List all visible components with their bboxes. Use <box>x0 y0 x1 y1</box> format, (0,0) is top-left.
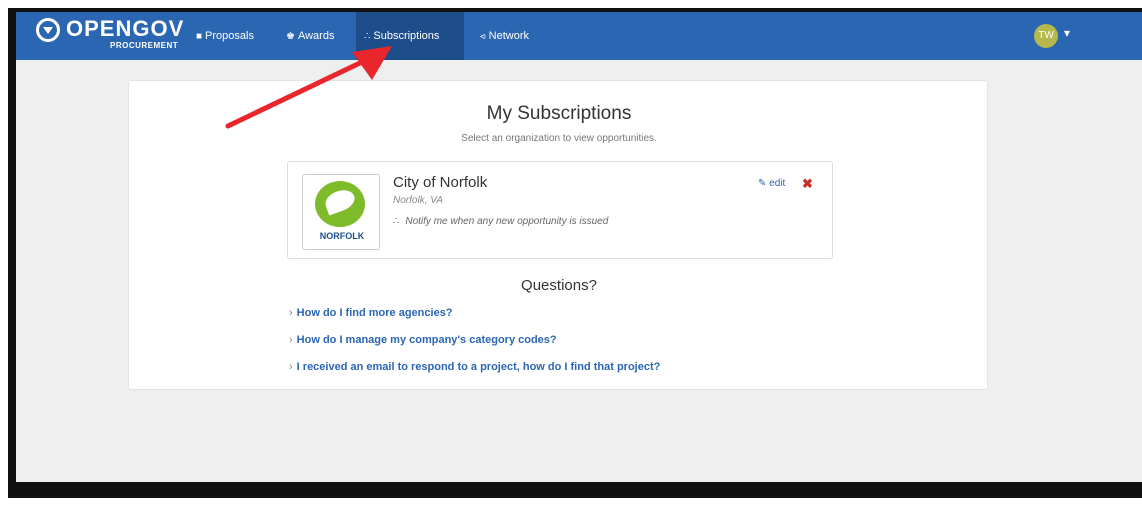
rss-icon: ∴ <box>393 216 400 227</box>
chevron-down-icon[interactable]: ▾ <box>1064 26 1070 40</box>
nav-item-label: Network <box>488 30 529 42</box>
brand-name: OPENGOV <box>66 16 185 41</box>
org-logo[interactable]: NORFOLK <box>302 174 380 250</box>
nav-item-subscriptions[interactable]: ∴ Subscriptions <box>356 12 464 60</box>
document-icon: ■ <box>196 31 203 42</box>
edit-label: edit <box>769 178 786 189</box>
nav-item-label: Proposals <box>205 30 254 42</box>
nav-item-network[interactable]: ⪦ Network <box>472 12 537 60</box>
page-title: My Subscriptions <box>486 103 632 124</box>
opengov-logo[interactable]: OPENGOV PROCUREMENT <box>36 16 186 56</box>
pencil-icon: ✎ <box>758 178 767 189</box>
notify-text: Notify me when any new opportunity is is… <box>405 216 609 227</box>
faq-link[interactable]: › How do I find more agencies? <box>289 307 453 319</box>
app-window: OPENGOV PROCUREMENT ■ Proposals ♚ Awards ∴… <box>16 12 1142 482</box>
share-icon: ⪦ <box>480 31 486 42</box>
notify-setting: ∴ Notify me when any new opportunity is i… <box>393 216 608 227</box>
avatar[interactable]: TW <box>1034 24 1058 48</box>
top-strip <box>0 0 1142 8</box>
chevron-right-icon: › <box>289 334 293 346</box>
faq-link-text: How do I manage my company's category co… <box>296 334 557 346</box>
faq-link[interactable]: › I received an email to respond to a pro… <box>289 361 660 373</box>
questions-title: Questions? <box>521 277 597 294</box>
nav-item-proposals[interactable]: ■ Proposals <box>188 12 262 60</box>
chevron-right-icon: › <box>289 361 293 373</box>
faq-link-text: How do I find more agencies? <box>296 307 453 319</box>
page-subtitle: Select an organization to view opportuni… <box>461 133 657 144</box>
faq-link-text: I received an email to respond to a proj… <box>296 361 661 373</box>
org-location: Norfolk, VA <box>393 195 444 206</box>
trophy-icon: ♚ <box>286 31 295 42</box>
close-icon[interactable]: ✖ <box>802 176 813 192</box>
nav-item-label: Subscriptions <box>373 30 440 42</box>
subscription-item[interactable]: NORFOLK City of Norfolk Norfolk, VA ∴ Not… <box>287 161 833 259</box>
nav-item-label: Awards <box>297 30 335 42</box>
org-logo-text: NORFOLK <box>319 231 365 241</box>
opengov-logo-icon <box>36 18 60 42</box>
subscriptions-card: My Subscriptions Select an organization … <box>128 80 988 390</box>
faq-link[interactable]: › How do I manage my company's category c… <box>289 334 557 346</box>
chevron-right-icon: › <box>289 307 293 319</box>
nav-item-awards[interactable]: ♚ Awards <box>278 12 342 60</box>
org-name[interactable]: City of Norfolk <box>393 174 487 191</box>
brand-subtitle: PROCUREMENT <box>110 41 179 50</box>
edit-button[interactable]: ✎ edit <box>758 178 785 189</box>
rss-icon: ∴ <box>364 31 371 42</box>
top-navbar: OPENGOV PROCUREMENT ■ Proposals ♚ Awards ∴… <box>16 12 1142 60</box>
